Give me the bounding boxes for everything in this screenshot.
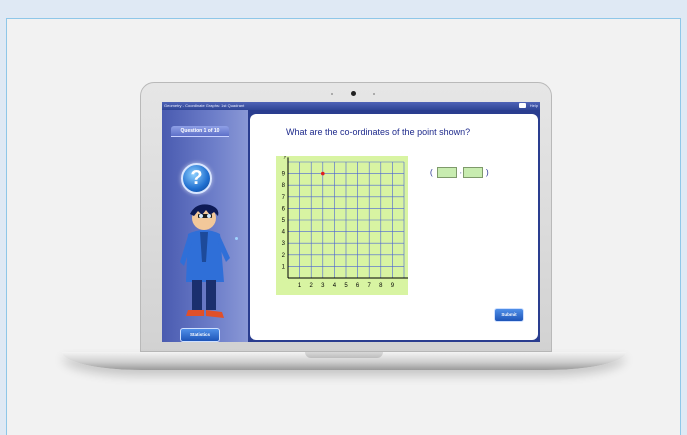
x-tick-label: 5 xyxy=(344,283,348,289)
help-link[interactable]: Help xyxy=(530,102,538,110)
question-panel: What are the co-ordinates of the point s… xyxy=(250,114,538,340)
coordinate-grid[interactable]: 123456789123456789xy xyxy=(276,153,414,295)
x-tick-label: 3 xyxy=(321,283,325,289)
y-tick-label: 5 xyxy=(282,218,286,224)
app-screen: Geometry - Coordinate Graphs: 1st Quadra… xyxy=(162,102,540,342)
question-counter: Question 1 of 10 xyxy=(171,126,229,136)
help-question-icon[interactable]: ? xyxy=(181,163,212,194)
panel-indicator-dot xyxy=(235,237,238,240)
close-paren: ) xyxy=(486,168,489,177)
y-tick-label: 3 xyxy=(282,241,286,247)
y-tick-label: 8 xyxy=(282,183,286,189)
data-point xyxy=(321,171,325,176)
app-titlebar: Geometry - Coordinate Graphs: 1st Quadra… xyxy=(162,102,540,110)
x-tick-label: 7 xyxy=(368,283,372,289)
x-tick-label: 2 xyxy=(310,283,314,289)
question-counter-underline xyxy=(171,136,229,137)
y-tick-label: 1 xyxy=(282,264,286,270)
statistics-button[interactable]: Statistics xyxy=(180,328,220,342)
y-tick-label: 4 xyxy=(282,230,286,236)
y-coordinate-input[interactable] xyxy=(463,167,483,178)
left-panel: Question 1 of 10 ? Statistics xyxy=(162,110,248,342)
open-paren: ( xyxy=(430,168,433,177)
laptop-base-notch xyxy=(305,352,383,358)
y-tick-label: 2 xyxy=(282,253,286,259)
y-axis-label: y xyxy=(283,156,287,159)
y-tick-label: 7 xyxy=(282,195,286,201)
camera-dot-right xyxy=(373,93,375,95)
x-tick-label: 9 xyxy=(391,283,395,289)
comma-separator: , xyxy=(460,169,462,175)
coordinate-grid-background: 123456789123456789xy xyxy=(276,153,414,295)
question-text: What are the co-ordinates of the point s… xyxy=(286,127,471,137)
window-button[interactable] xyxy=(519,103,526,108)
x-tick-label: 1 xyxy=(298,283,302,289)
x-tick-label: 6 xyxy=(356,283,360,289)
submit-button[interactable]: Submit xyxy=(494,308,524,322)
x-tick-label: 4 xyxy=(333,283,337,289)
y-tick-label: 6 xyxy=(282,206,286,212)
y-tick-label: 9 xyxy=(282,172,286,178)
webcam xyxy=(351,91,356,96)
cartoon-character xyxy=(180,204,230,318)
x-tick-label: 8 xyxy=(379,283,383,289)
camera-dot-left xyxy=(331,93,333,95)
x-coordinate-input[interactable] xyxy=(437,167,457,178)
app-title: Geometry - Coordinate Graphs: 1st Quadra… xyxy=(164,103,245,108)
